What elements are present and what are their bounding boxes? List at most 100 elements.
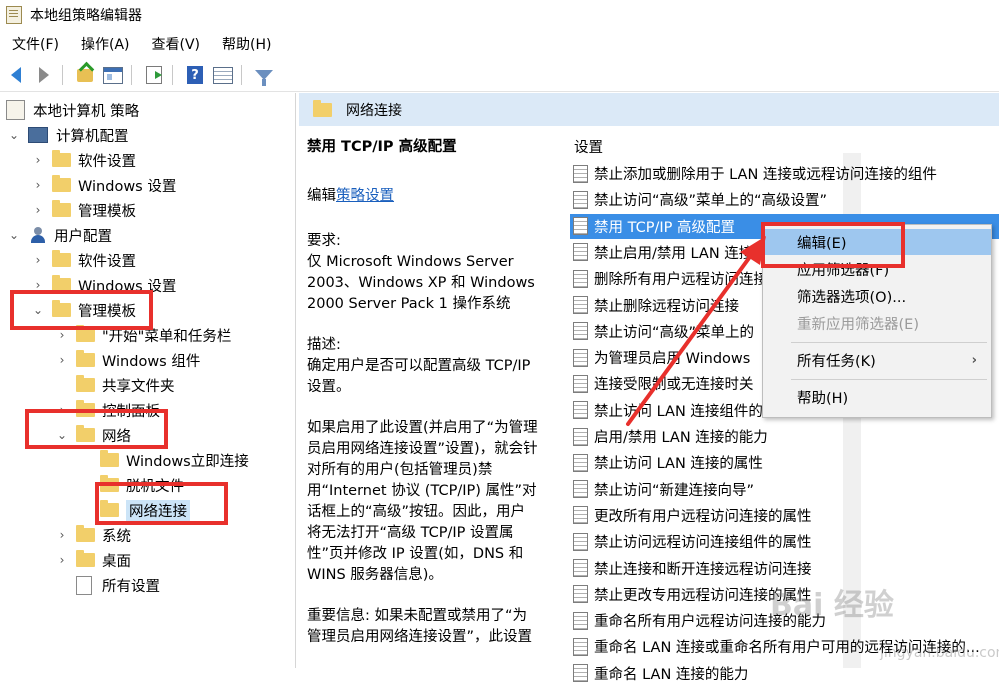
setting-row[interactable]: 禁止访问“新建连接向导” (570, 477, 999, 502)
chevron-down-icon[interactable]: ⌄ (8, 228, 20, 242)
tree-item-desktop[interactable]: › 桌面 (56, 548, 131, 572)
folder-icon (76, 325, 95, 342)
chevron-right-icon[interactable]: › (32, 178, 44, 192)
window-title: 本地组策略编辑器 (30, 8, 142, 24)
chevron-right-icon[interactable]: › (32, 203, 44, 217)
filter-icon (255, 70, 273, 86)
annotation-box-network-connections (95, 482, 228, 525)
setting-label: 禁用 TCP/IP 高级配置 (594, 219, 735, 236)
watermark: Bai 经验 (770, 588, 894, 623)
context-item-help[interactable]: 帮助(H) (763, 384, 991, 410)
policy-settings-link[interactable]: 策略设置 (336, 188, 394, 204)
computer-icon (28, 127, 48, 143)
tree-item-user-software-settings[interactable]: › 软件设置 (32, 248, 136, 272)
details-header-title: 网络连接 (346, 102, 402, 119)
tree-item-software-settings[interactable]: › 软件设置 (32, 148, 136, 172)
annotation-box-edit (761, 222, 905, 268)
tree-item-label: 桌面 (102, 553, 131, 570)
menu-view[interactable]: 查看(V) (140, 34, 211, 54)
setting-label: 为管理员启用 Windows (594, 351, 751, 368)
edit-prefix: 编辑 (307, 188, 336, 204)
menu-help[interactable]: 帮助(H) (210, 34, 281, 54)
details-header: 网络连接 (299, 93, 999, 126)
setting-policy-icon (573, 480, 588, 499)
tree-item-windows-components[interactable]: › Windows 组件 (56, 348, 200, 372)
settings-column-header[interactable]: 设置 (574, 136, 603, 157)
up-one-level-button[interactable] (73, 64, 97, 86)
chevron-right-icon[interactable]: › (32, 253, 44, 267)
context-separator (791, 342, 987, 343)
setting-policy-icon (573, 559, 588, 577)
chevron-right-icon[interactable]: › (32, 153, 44, 167)
chevron-right-icon: › (971, 352, 977, 368)
setting-label: 更改所有用户远程访问连接的属性 (594, 508, 812, 525)
tree-item-user-config[interactable]: ⌄ 用户配置 (8, 223, 112, 247)
chevron-right-icon[interactable]: › (56, 328, 68, 342)
context-item-filter-options[interactable]: 筛选器选项(O)... (763, 283, 991, 309)
setting-policy-icon (573, 164, 588, 183)
setting-row[interactable]: 重命名 LAN 连接的能力 (570, 661, 999, 686)
menu-file[interactable]: 文件(F) (0, 34, 69, 54)
menu-action[interactable]: 操作(A) (69, 34, 140, 54)
setting-row[interactable]: 更改所有用户远程访问连接的属性 (570, 503, 999, 528)
chevron-right-icon[interactable]: › (56, 353, 68, 367)
show-hide-tree-button[interactable] (101, 64, 125, 86)
setting-label: 禁止添加或删除用于 LAN 连接或远程访问连接的组件 (594, 167, 937, 183)
export-list-icon (146, 66, 162, 84)
setting-row[interactable]: 启用/禁用 LAN 连接的能力 (570, 424, 999, 449)
policy-description: 禁用 TCP/IP 高级配置 编辑策略设置 要求: 仅 Microsoft Wi… (307, 137, 539, 668)
view-button[interactable] (211, 64, 235, 86)
setting-policy-icon (573, 217, 588, 236)
setting-row[interactable]: 禁止连接和断开连接远程访问连接 (570, 556, 999, 581)
view-icon (213, 66, 233, 84)
tree-item-label: Windows 设置 (78, 178, 177, 195)
setting-policy-icon (573, 637, 588, 656)
folder-icon (76, 350, 95, 367)
important-text: 重要信息: 如果未配置或禁用了“为管理员启用网络连接设置”，此设置 (307, 608, 533, 645)
tree-item-windows-connect-now[interactable]: Windows立即连接 (100, 448, 249, 472)
policy-title: 禁用 TCP/IP 高级配置 (307, 139, 457, 155)
toolbar-separator (62, 65, 63, 85)
tree-item-system[interactable]: › 系统 (56, 523, 131, 547)
help-icon: ? (187, 66, 203, 84)
help-button[interactable]: ? (183, 64, 207, 86)
tree-item-label: 管理模板 (78, 203, 136, 220)
setting-row[interactable]: 禁止访问 LAN 连接的属性 (570, 450, 999, 475)
tree-item-computer-config[interactable]: ⌄ 计算机配置 (8, 123, 129, 147)
requirements-text: 仅 Microsoft Windows Server 2003、Windows … (307, 254, 535, 312)
tree-item-windows-settings[interactable]: › Windows 设置 (32, 173, 176, 197)
watermark-url: jingyan.baidu.com (880, 645, 999, 661)
folder-icon (76, 375, 95, 392)
tree-item-shared-folders[interactable]: 共享文件夹 (76, 373, 175, 397)
annotation-box-network (25, 409, 168, 449)
setting-row[interactable]: 禁止访问“高级”菜单上的“高级设置” (570, 187, 999, 212)
tree-item-label: Windows立即连接 (126, 453, 249, 470)
menu-bar: 文件(F) 操作(A) 查看(V) 帮助(H) (0, 31, 999, 57)
export-list-button[interactable] (142, 64, 166, 86)
tree-item-label: 本地计算机 策略 (33, 103, 140, 120)
back-arrow-icon (11, 67, 21, 83)
chevron-right-icon[interactable]: › (56, 553, 68, 567)
chevron-right-icon[interactable]: › (56, 528, 68, 542)
description-label: 描述: (307, 337, 341, 353)
setting-policy-icon (573, 427, 588, 446)
tree-item-admin-templates[interactable]: › 管理模板 (32, 198, 136, 222)
toolbar-separator (131, 65, 132, 85)
setting-label: 禁止访问 LAN 连接的属性 (594, 456, 763, 473)
folder-icon (313, 99, 332, 117)
forward-button[interactable] (32, 64, 56, 86)
setting-row[interactable]: 禁止添加或删除用于 LAN 连接或远程访问连接的组件 (570, 161, 999, 186)
setting-row[interactable]: 禁止访问远程访问连接组件的属性 (570, 529, 999, 554)
tree-item-all-settings[interactable]: 所有设置 (76, 573, 160, 597)
folder-icon (52, 200, 71, 217)
setting-policy-icon (573, 296, 588, 314)
setting-policy-icon (573, 348, 588, 367)
setting-policy-icon (573, 453, 588, 472)
chevron-down-icon[interactable]: ⌄ (8, 128, 20, 142)
back-button[interactable] (4, 64, 28, 86)
requirements-label: 要求: (307, 233, 341, 249)
filter-button[interactable] (252, 64, 276, 86)
tree-item-local-policy[interactable]: 本地计算机 策略 (6, 98, 139, 122)
setting-policy-icon (573, 374, 588, 393)
context-item-all-tasks[interactable]: 所有任务(K) › (763, 347, 991, 373)
